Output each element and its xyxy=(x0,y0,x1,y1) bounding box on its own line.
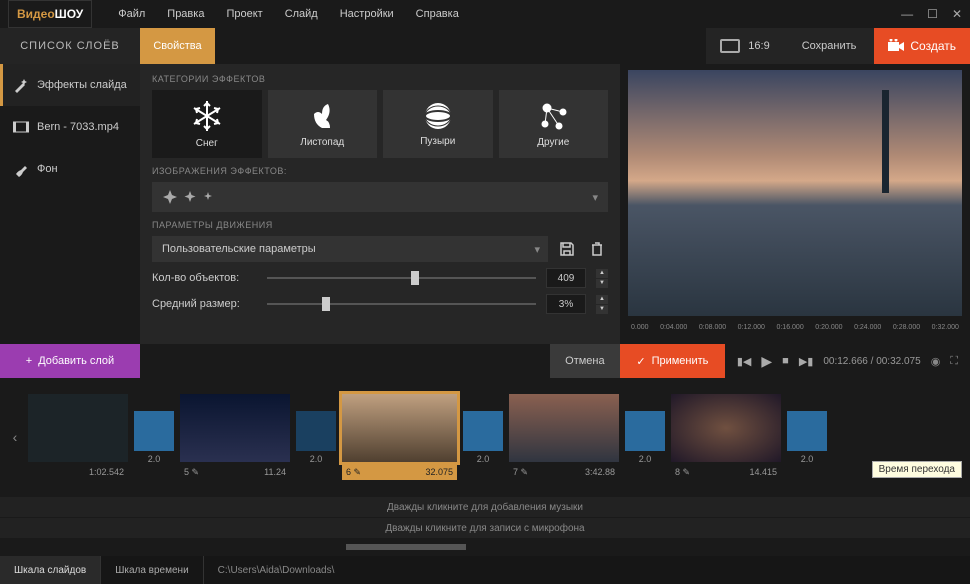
slider-value[interactable]: 3% xyxy=(546,294,586,314)
top-row: СПИСОК СЛОЁВ Свойства 16:9 Сохранить Соз… xyxy=(0,28,970,64)
main-menu: Файл Правка Проект Слайд Настройки Справ… xyxy=(108,4,469,24)
slider-thumb[interactable] xyxy=(322,297,330,311)
leaf-icon xyxy=(306,100,338,132)
transition[interactable]: 2.0 xyxy=(787,411,827,464)
play-button[interactable]: ▶ xyxy=(761,353,772,370)
stop-button[interactable]: ■ xyxy=(782,355,789,367)
next-button[interactable]: ▶▮ xyxy=(799,355,814,368)
tooltip: Время перехода xyxy=(872,461,962,478)
transition[interactable]: 2.0 xyxy=(625,411,665,464)
properties-panel: КАТЕГОРИИ ЭФФЕКТОВ Снег Листопад Пузыри … xyxy=(140,64,620,344)
preset-row: Пользовательские параметры xyxy=(152,236,608,262)
slider-thumb[interactable] xyxy=(411,271,419,285)
tab-properties[interactable]: Свойства xyxy=(140,28,215,64)
network-icon xyxy=(537,100,569,132)
timeline-prev[interactable]: ‹ xyxy=(8,397,22,477)
slider-average-size: Средний размер: 3% ▲▼ xyxy=(152,294,608,314)
apply-button[interactable]: ✓ Применить xyxy=(620,344,725,378)
effect-categories-label: КАТЕГОРИИ ЭФФЕКТОВ xyxy=(152,74,608,84)
effect-images-label: ИЗОБРАЖЕНИЯ ЭФФЕКТОВ: xyxy=(152,166,608,176)
snapshot-icon[interactable]: ◉ xyxy=(931,355,941,368)
wand-icon xyxy=(13,77,29,93)
clip-icon xyxy=(13,120,29,134)
spinner[interactable]: ▲▼ xyxy=(596,295,608,314)
effect-cat-snow[interactable]: Снег xyxy=(152,90,262,158)
titlebar: ВидеоШОУ Файл Правка Проект Слайд Настро… xyxy=(0,0,970,28)
app-logo: ВидеоШОУ xyxy=(8,0,92,28)
effect-image-select[interactable] xyxy=(152,182,608,212)
sphere-icon xyxy=(423,101,453,131)
window-buttons: — ☐ ✕ xyxy=(901,7,962,21)
close-icon[interactable]: ✕ xyxy=(952,7,962,21)
aspect-icon xyxy=(720,39,740,53)
playback-controls: ▮◀ ▶ ■ ▶▮ 00:12.666 / 00:32.075 ◉ ⛶ xyxy=(725,344,970,378)
slider-track[interactable] xyxy=(267,277,536,279)
spinner[interactable]: ▲▼ xyxy=(596,269,608,288)
layers-column: Эффекты слайда Bern - 7033.mp4 Фон xyxy=(0,64,140,344)
menu-file[interactable]: Файл xyxy=(108,4,155,24)
time-display: 00:12.666 / 00:32.075 xyxy=(823,356,920,367)
menu-edit[interactable]: Правка xyxy=(157,4,214,24)
menu-help[interactable]: Справка xyxy=(406,4,469,24)
trash-icon xyxy=(591,242,603,256)
layer-video-clip[interactable]: Bern - 7033.mp4 xyxy=(0,106,140,148)
layers-title: СПИСОК СЛОЁВ xyxy=(0,28,140,64)
create-button[interactable]: Создать xyxy=(874,28,970,64)
effect-categories: Снег Листопад Пузыри Другие xyxy=(152,90,608,158)
camera-icon xyxy=(888,39,904,53)
transition[interactable]: 2.0 xyxy=(296,411,336,464)
delete-preset-button[interactable] xyxy=(586,238,608,260)
prev-button[interactable]: ▮◀ xyxy=(737,355,752,368)
menu-project[interactable]: Проект xyxy=(216,4,272,24)
bottom-tabs: Шкала слайдов Шкала времени C:\Users\Aid… xyxy=(0,556,970,584)
transition[interactable]: 2.0 xyxy=(463,411,503,464)
menu-settings[interactable]: Настройки xyxy=(330,4,404,24)
mic-track[interactable]: Дважды кликните для записи с микрофона xyxy=(0,518,970,538)
check-icon: ✓ xyxy=(636,355,645,368)
preview-viewport[interactable] xyxy=(628,70,962,316)
action-row: + Добавить слой Отмена ✓ Применить ▮◀ ▶ … xyxy=(0,344,970,378)
effect-cat-other[interactable]: Другие xyxy=(499,90,609,158)
tab-slide-scale[interactable]: Шкала слайдов xyxy=(0,556,101,584)
timeline-scrollbar[interactable] xyxy=(20,542,950,552)
layer-background[interactable]: Фон xyxy=(0,148,140,190)
fullscreen-icon[interactable]: ⛶ xyxy=(950,355,958,368)
motion-params-label: ПАРАМЕТРЫ ДВИЖЕНИЯ xyxy=(152,220,608,230)
music-track[interactable]: Дважды кликните для добавления музыки xyxy=(0,497,970,517)
save-icon xyxy=(560,242,574,256)
preview-content xyxy=(882,90,889,193)
timeline: ‹ 1:02.542 2.0 5 ✎11.24 2.0 6 ✎32.075 2.… xyxy=(0,378,970,496)
cancel-button[interactable]: Отмена xyxy=(550,344,620,378)
menu-slide[interactable]: Слайд xyxy=(275,4,328,24)
timeline-clip[interactable]: 5 ✎11.24 xyxy=(180,394,290,480)
timeline-clip[interactable]: 8 ✎14.415 xyxy=(671,394,781,480)
slider-object-count: Кол-во объектов: 409 ▲▼ xyxy=(152,268,608,288)
effect-cat-leaves[interactable]: Листопад xyxy=(268,90,378,158)
snowflake-icon xyxy=(190,99,224,133)
timeline-clip-selected[interactable]: 6 ✎32.075 xyxy=(342,394,457,480)
main-area: Эффекты слайда Bern - 7033.mp4 Фон КАТЕГ… xyxy=(0,64,970,344)
sparkles-icon xyxy=(162,188,232,206)
file-path: C:\Users\Aida\Downloads\ xyxy=(204,556,349,584)
maximize-icon[interactable]: ☐ xyxy=(927,7,938,21)
effect-cat-bubbles[interactable]: Пузыри xyxy=(383,90,493,158)
preview-ruler[interactable]: 0.0000:04.0000:08.0000:12.0000:16.0000:2… xyxy=(628,316,962,338)
aspect-ratio[interactable]: 16:9 xyxy=(706,28,783,64)
layer-slide-effects[interactable]: Эффекты слайда xyxy=(0,64,140,106)
plus-icon: + xyxy=(26,355,32,367)
minimize-icon[interactable]: — xyxy=(901,7,913,21)
slider-track[interactable] xyxy=(267,303,536,305)
save-button[interactable]: Сохранить xyxy=(784,28,875,64)
scroll-thumb[interactable] xyxy=(346,544,466,550)
add-layer-button[interactable]: + Добавить слой xyxy=(0,344,140,378)
preset-select[interactable]: Пользовательские параметры xyxy=(152,236,548,262)
timeline-clip[interactable]: 7 ✎3:42.88 xyxy=(509,394,619,480)
preview-column: 0.0000:04.0000:08.0000:12.0000:16.0000:2… xyxy=(620,64,970,344)
brush-icon xyxy=(13,161,29,177)
transition[interactable]: 2.0 xyxy=(134,411,174,464)
tab-time-scale[interactable]: Шкала времени xyxy=(101,556,203,584)
save-preset-button[interactable] xyxy=(556,238,578,260)
timeline-clip[interactable]: 1:02.542 xyxy=(28,394,128,480)
slider-value[interactable]: 409 xyxy=(546,268,586,288)
